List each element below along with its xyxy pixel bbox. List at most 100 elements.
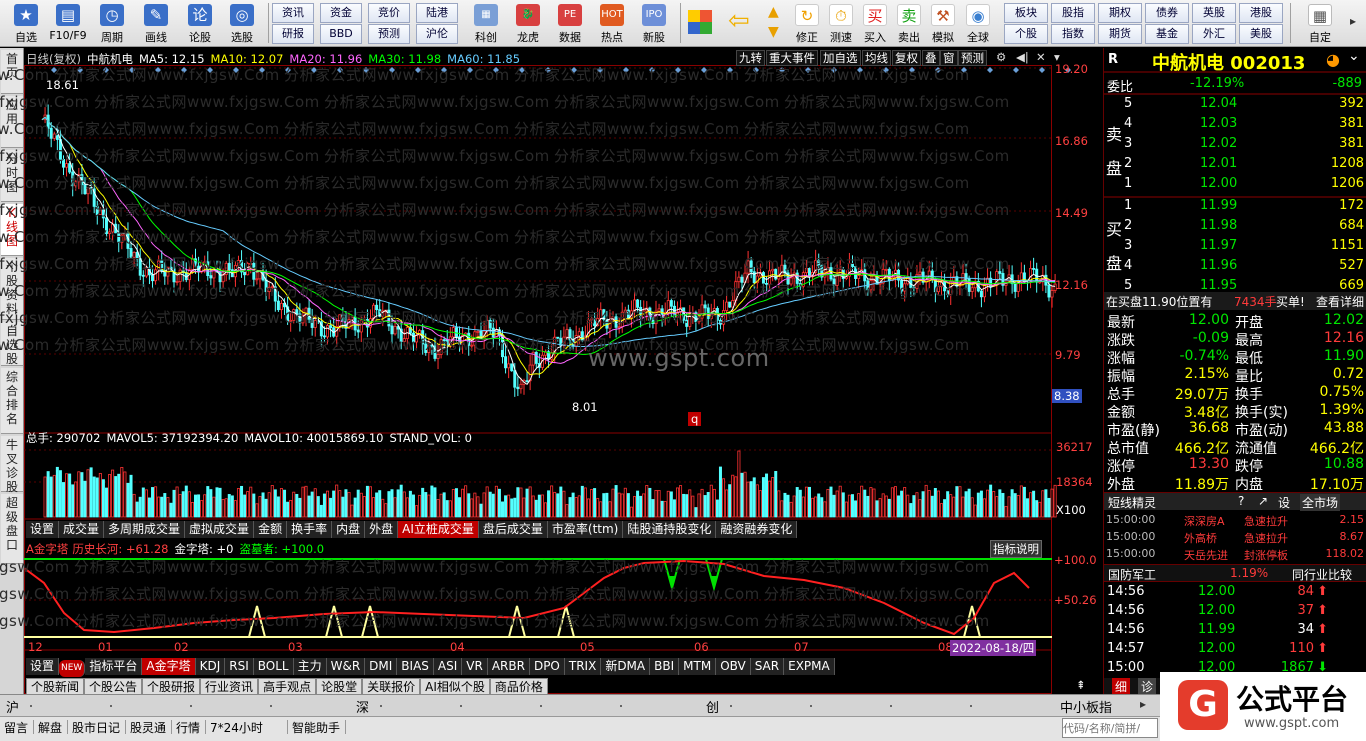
toolbar-clock-button[interactable]: ◷ 周期: [92, 2, 132, 45]
elf-stock[interactable]: 外高桥: [1184, 530, 1217, 546]
indicator-tab[interactable]: VR: [462, 658, 488, 675]
toolbar-grid-button[interactable]: 资金: [320, 3, 362, 23]
buy-price[interactable]: 11.97: [1200, 238, 1237, 253]
big-order-bar[interactable]: 在买盘11.90位置有 7434手 买单! 查看详细: [1104, 292, 1366, 310]
left-tab-6[interactable]: 综合排名: [1, 368, 23, 434]
quote-mode-label[interactable]: R: [1108, 52, 1118, 67]
volume-tab[interactable]: 市盈率(ttm): [547, 521, 624, 538]
toolbar-grid-button[interactable]: 资讯: [272, 3, 314, 23]
toolbar-grid-button[interactable]: 预测: [368, 24, 410, 44]
indicator-tab[interactable]: BIAS: [397, 658, 434, 675]
toolbar-market-button[interactable]: 期货: [1098, 24, 1142, 44]
news-tab[interactable]: 个股公告: [84, 678, 143, 695]
indicator-tab[interactable]: TRIX: [564, 658, 602, 675]
market-index-3[interactable]: 中小板指: [1060, 697, 1112, 716]
sell-price[interactable]: 12.01: [1200, 156, 1237, 171]
toolbar-market-button[interactable]: 外汇: [1192, 24, 1236, 44]
sell-price[interactable]: 12.03: [1200, 116, 1237, 131]
layout-icon[interactable]: [688, 10, 712, 34]
volume-tab[interactable]: 金额: [254, 521, 288, 538]
toolbar-grid-button[interactable]: 竞价: [368, 3, 410, 23]
toolbar-market-button[interactable]: 港股: [1239, 3, 1283, 23]
toolbar-f10-button[interactable]: ▤ F10/F9: [48, 2, 88, 45]
news-tab[interactable]: 商品价格: [489, 678, 548, 695]
volume-tab[interactable]: AI立桩成交量: [398, 521, 479, 538]
volume-tab[interactable]: 成交量: [59, 521, 105, 538]
industry-compare-button[interactable]: 同行业比较: [1292, 566, 1352, 583]
news-tab[interactable]: 关联报价: [362, 678, 421, 695]
buy-price[interactable]: 11.98: [1200, 218, 1237, 233]
toolbar-star-button[interactable]: ★ 自选: [6, 2, 46, 45]
indicator-tab[interactable]: BOLL: [253, 658, 294, 675]
toolbar-correct-button[interactable]: ↻ 修正: [789, 2, 825, 45]
status-item[interactable]: 7*24小时: [210, 719, 263, 736]
view-detail-link[interactable]: 查看详细: [1316, 293, 1364, 310]
news-tab[interactable]: 个股新闻: [26, 678, 85, 695]
toolbar-hammer-button[interactable]: ⚒ 模拟: [925, 2, 961, 45]
status-item[interactable]: 股市日记: [72, 719, 120, 736]
indicator-tab[interactable]: SAR: [750, 658, 785, 675]
news-tab[interactable]: 高手观点: [258, 678, 317, 695]
close-icon[interactable]: ✕: [1036, 50, 1046, 64]
indicator-tab[interactable]: EXPMA: [784, 658, 835, 675]
sound-icon[interactable]: ◀|: [1016, 50, 1029, 64]
settings-gear-icon[interactable]: ⚙: [996, 50, 1006, 64]
volume-tab[interactable]: 多周期成交量: [104, 521, 186, 538]
settings-label[interactable]: 设: [1278, 494, 1290, 511]
indicator-tab[interactable]: OBV: [716, 658, 751, 675]
volume-tab[interactable]: 外盘: [365, 521, 399, 538]
indicator-tab[interactable]: 指标平台: [85, 658, 143, 675]
volume-tab[interactable]: 盘后成交量: [478, 521, 548, 538]
toolbar-speed-button[interactable]: ⏱ 测速: [823, 2, 859, 45]
toolbar-select-button[interactable]: ◎ 选股: [222, 2, 262, 45]
toolbar-grid-button[interactable]: 陆港: [416, 3, 458, 23]
toolbar-market-button[interactable]: 板块: [1004, 3, 1048, 23]
code-search-input[interactable]: [1062, 718, 1158, 738]
indicator-tab[interactable]: DMI: [365, 658, 398, 675]
toolbar-discuss-button[interactable]: 论论股: [180, 2, 220, 45]
indicator-tab[interactable]: RSI: [225, 658, 254, 675]
status-item[interactable]: 解盘: [38, 719, 62, 736]
toolbar-market-button[interactable]: 债券: [1145, 3, 1189, 23]
back-arrow-icon[interactable]: ⇦: [728, 6, 754, 36]
indicator-tab[interactable]: DPO: [529, 658, 565, 675]
volume-tab[interactable]: 虚拟成交量: [185, 521, 255, 538]
toolbar-ipo-button[interactable]: IPO 新股: [634, 2, 674, 45]
buy-price[interactable]: 11.99: [1200, 198, 1237, 213]
toolbar-market-button[interactable]: 美股: [1239, 24, 1283, 44]
event-marker-icon[interactable]: q: [688, 412, 702, 426]
indicator-tab[interactable]: ARBR: [487, 658, 530, 675]
status-item[interactable]: 行情: [176, 719, 200, 736]
expand-up-icon[interactable]: ⇞: [1076, 678, 1086, 692]
industry-bar[interactable]: 国防军工 1.19% 同行业比较: [1104, 564, 1366, 582]
indicator-tab[interactable]: BBI: [650, 658, 680, 675]
left-tab-8[interactable]: 超级盘口: [1, 494, 23, 564]
status-item[interactable]: 股灵通: [130, 719, 166, 736]
toolbar-sell-button[interactable]: 卖卖出: [891, 2, 927, 45]
volume-tab[interactable]: 设置: [26, 521, 60, 538]
toolbar-hot-button[interactable]: HOT 热点: [592, 2, 632, 45]
indicator-tab[interactable]: W&R: [326, 658, 366, 675]
tab-fine[interactable]: 细: [1112, 678, 1131, 695]
toolbar-globe-button[interactable]: ◉ 全球: [960, 2, 996, 45]
market-index-2[interactable]: 创: [706, 697, 719, 716]
toolbar-buy-button[interactable]: 买买入: [857, 2, 893, 45]
elf-stock[interactable]: 天岳先进: [1184, 547, 1228, 563]
down-arrow-icon[interactable]: ▼: [768, 24, 784, 40]
volume-tab[interactable]: 融资融券变化: [716, 521, 798, 538]
buy-price[interactable]: 11.95: [1200, 278, 1237, 293]
indicator-tab[interactable]: MTM: [679, 658, 717, 675]
buy-price[interactable]: 11.96: [1200, 258, 1237, 273]
volume-tab[interactable]: 内盘: [332, 521, 366, 538]
toolbar-pencil-button[interactable]: ✎ 画线: [136, 2, 176, 45]
toolbar-grid-button[interactable]: BBD: [320, 24, 362, 44]
news-tab[interactable]: 行业资讯: [200, 678, 259, 695]
indicator-tab[interactable]: 主力: [293, 658, 327, 675]
sell-price[interactable]: 12.04: [1200, 96, 1237, 111]
kline-chart-panel[interactable]: 日线(复权) 中航机电 MA5: 12.15 MA10: 12.07 MA20: 11.…: [0, 48, 1102, 695]
toolbar-market-button[interactable]: 期权: [1098, 3, 1142, 23]
toolbar-grid-button[interactable]: 研报: [272, 24, 314, 44]
volume-tab[interactable]: 换手率: [287, 521, 333, 538]
volume-tab[interactable]: 陆股通持股变化: [623, 521, 717, 538]
indicator-explain-button[interactable]: 指标说明: [990, 540, 1042, 558]
